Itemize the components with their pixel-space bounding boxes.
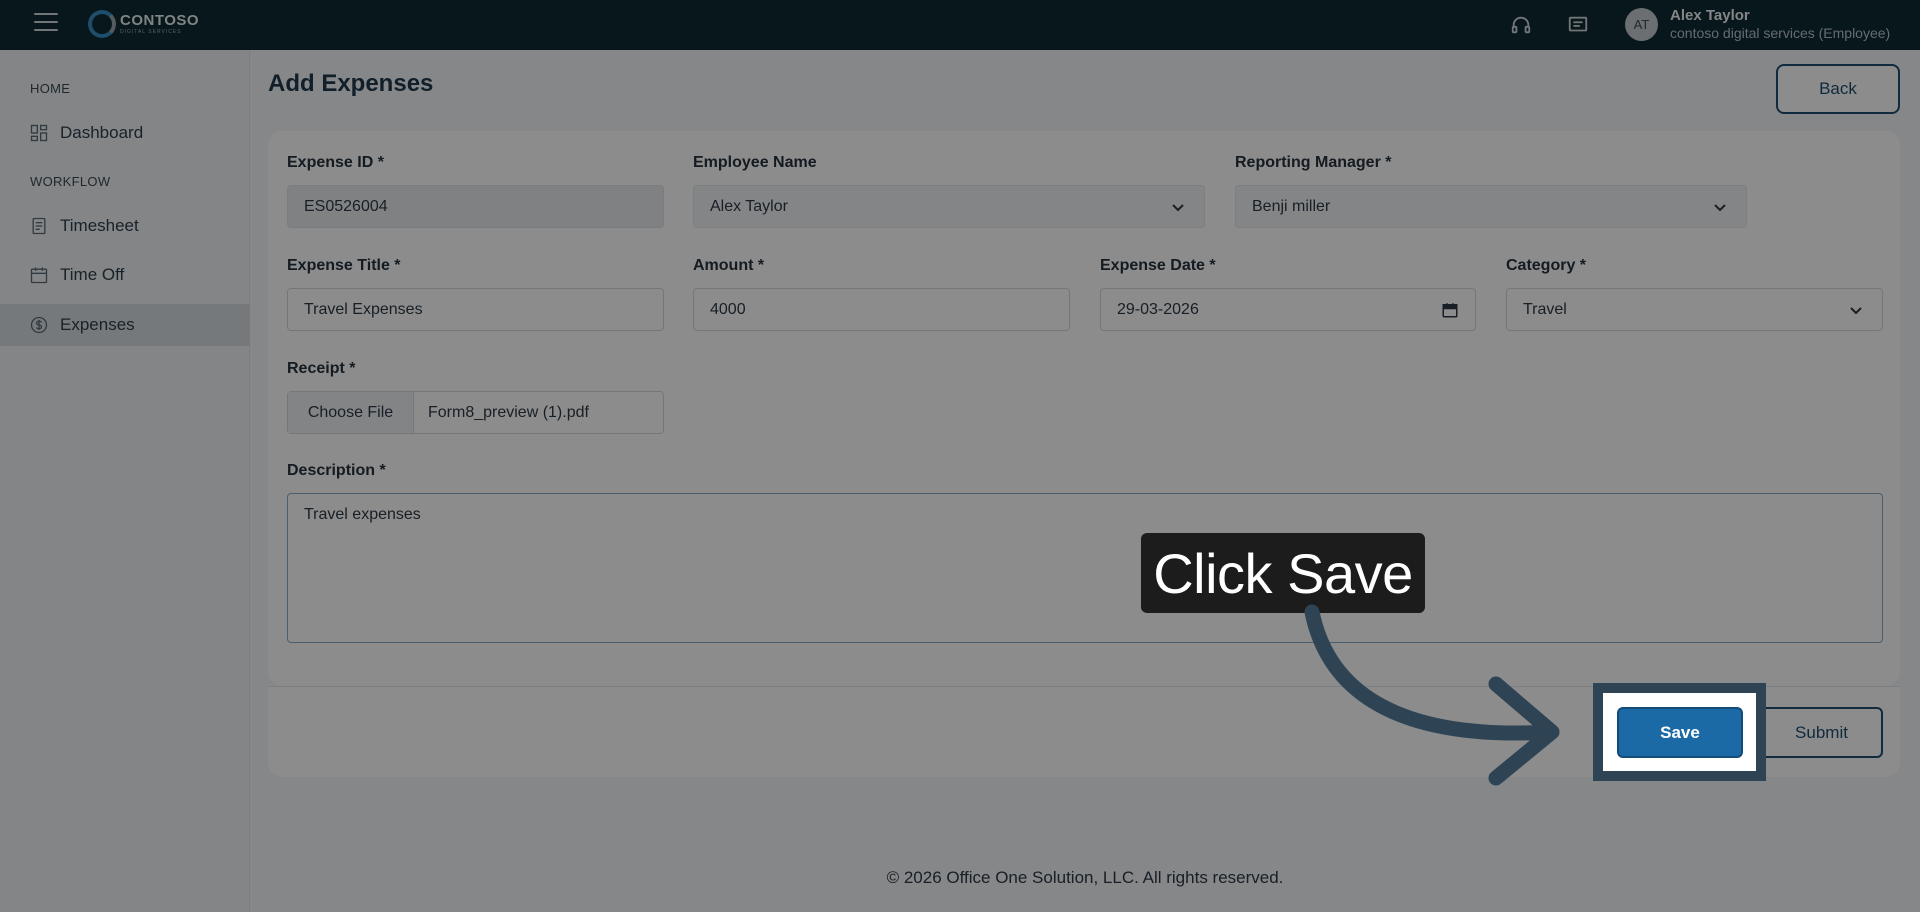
sidebar-item-label: Timesheet — [60, 216, 139, 235]
category-value: Travel — [1523, 300, 1567, 318]
calendar-icon — [30, 267, 48, 284]
description-textarea[interactable]: Travel expenses — [287, 493, 1883, 643]
expense-id-value: ES0526004 — [304, 197, 388, 215]
description-value: Travel expenses — [304, 506, 421, 523]
sidebar: HOME Dashboard WORKFLOW Timesheet Time O… — [0, 50, 250, 912]
chevron-down-icon — [1172, 204, 1184, 212]
category-select[interactable]: Travel — [1506, 288, 1883, 331]
logo-mark — [88, 10, 116, 38]
pointer-arrow-icon — [1304, 604, 1560, 786]
receipt-label: Receipt * — [287, 360, 356, 377]
employee-name-select[interactable]: Alex Taylor — [693, 185, 1205, 228]
message-icon[interactable] — [1567, 14, 1589, 36]
expense-date-label: Expense Date * — [1100, 257, 1216, 274]
headset-icon[interactable] — [1510, 14, 1532, 36]
sidebar-section-home: HOME — [30, 81, 71, 96]
amount-input[interactable]: 4000 — [693, 288, 1070, 331]
timesheet-icon — [32, 217, 46, 235]
expense-date-value: 29-03-2026 — [1117, 300, 1199, 318]
copyright: © 2026 Office One Solution, LLC. All rig… — [886, 868, 1284, 887]
dollar-icon — [30, 316, 48, 334]
page-title: Add Expenses — [268, 70, 434, 97]
sidebar-item-timesheet[interactable]: Timesheet — [0, 205, 250, 247]
reporting-manager-value: Benji miller — [1252, 197, 1331, 215]
sidebar-item-expenses[interactable]: Expenses — [0, 304, 250, 346]
expense-title-input[interactable]: Travel Expenses — [287, 288, 664, 331]
logo: CONTOSO DIGITAL SERVICES — [88, 10, 199, 38]
sidebar-item-dashboard[interactable]: Dashboard — [0, 112, 250, 154]
amount-value: 4000 — [710, 300, 746, 318]
expense-date-input[interactable]: 29-03-2026 — [1100, 288, 1476, 331]
dashboard-icon — [30, 124, 48, 142]
expense-title-label: Expense Title * — [287, 257, 401, 274]
expense-id-label: Expense ID * — [287, 154, 384, 171]
user-org: contoso digital services (Employee) — [1670, 25, 1891, 41]
reporting-manager-label: Reporting Manager * — [1235, 154, 1392, 171]
user-name: Alex Taylor — [1670, 7, 1750, 24]
menu-icon[interactable] — [34, 13, 58, 33]
receipt-file-name: Form8_preview (1).pdf — [428, 403, 589, 421]
sidebar-item-label: Dashboard — [60, 123, 144, 142]
amount-label: Amount * — [693, 257, 765, 274]
sidebar-item-time-off[interactable]: Time Off — [0, 254, 250, 296]
reporting-manager-select[interactable]: Benji miller — [1235, 185, 1747, 228]
chevron-down-icon — [1714, 204, 1726, 212]
employee-name-label: Employee Name — [693, 154, 817, 171]
save-button[interactable]: Save — [1617, 707, 1743, 758]
receipt-file-input[interactable]: Choose File Form8_preview (1).pdf — [287, 391, 664, 434]
chevron-down-icon — [1850, 307, 1862, 315]
sidebar-section-workflow: WORKFLOW — [30, 174, 111, 189]
avatar[interactable]: AT — [1625, 8, 1658, 41]
calendar-icon[interactable] — [1441, 301, 1459, 319]
expense-id-field: ES0526004 — [287, 185, 664, 228]
choose-file-button[interactable]: Choose File — [288, 392, 414, 433]
employee-name-value: Alex Taylor — [710, 197, 788, 215]
sidebar-item-label: Expenses — [60, 315, 135, 334]
back-button[interactable]: Back — [1776, 64, 1900, 114]
sidebar-item-label: Time Off — [60, 265, 125, 284]
description-label: Description * — [287, 462, 386, 479]
logo-sub-text: DIGITAL SERVICES — [120, 29, 182, 35]
logo-main-text: CONTOSO — [120, 12, 200, 29]
category-label: Category * — [1506, 257, 1587, 274]
top-bar: CONTOSO DIGITAL SERVICES AT Alex Taylor … — [0, 0, 1920, 50]
submit-button[interactable]: Submit — [1760, 707, 1883, 758]
expense-title-value: Travel Expenses — [304, 300, 423, 318]
